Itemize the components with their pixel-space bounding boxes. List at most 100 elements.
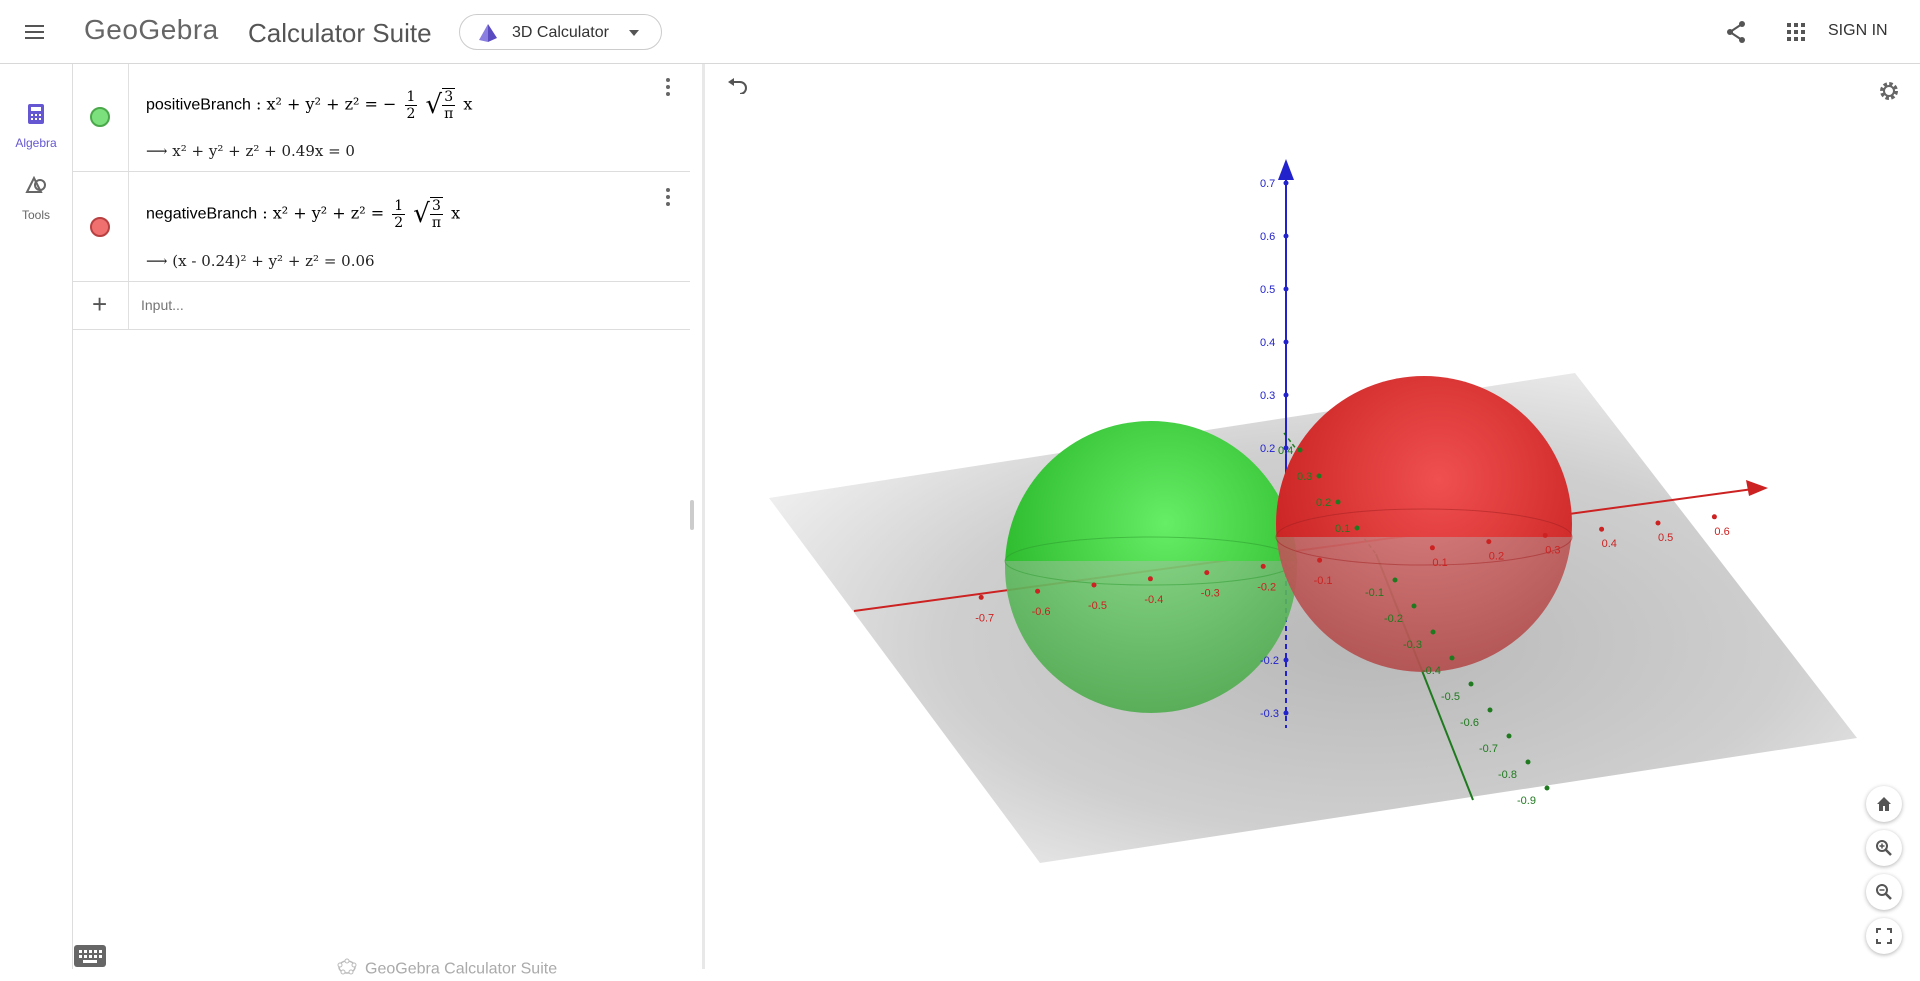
sphere-negative-branch[interactable]	[1275, 376, 1573, 672]
share-icon[interactable]	[1725, 20, 1747, 49]
y-tick-label: 0.4	[1278, 445, 1293, 457]
y-tick-label: -0.4	[1422, 665, 1441, 677]
x-tick-mark	[1035, 588, 1041, 594]
more-vert-icon[interactable]	[658, 76, 678, 100]
more-vert-icon[interactable]	[658, 186, 678, 210]
z-axis-arrow	[1278, 159, 1294, 180]
visibility-toggle-positive-branch[interactable]	[90, 107, 110, 127]
rail-tools-label: Tools	[21, 208, 50, 222]
app-selector-label: 3D Calculator	[512, 24, 609, 41]
definition-positive-branch[interactable]: positiveBranch : x² + y² + z² = − 12 √ 3 π…	[146, 88, 472, 122]
marker-column	[73, 172, 129, 281]
x-tick-mark	[978, 594, 984, 600]
y-tick-mark	[1297, 447, 1303, 453]
y-tick-mark	[1316, 473, 1322, 479]
chevron-down-icon	[629, 30, 639, 36]
apps-grid-icon[interactable]	[1787, 23, 1805, 46]
settings-gear-icon[interactable]	[1878, 80, 1900, 107]
x-tick-label: -0.7	[975, 612, 994, 624]
y-tick-mark	[1411, 603, 1417, 609]
x-tick-mark	[1599, 526, 1605, 532]
z-tick-label: -0.3	[1260, 708, 1279, 720]
marker-column: +	[73, 282, 129, 329]
x-tick-label: -0.6	[1032, 606, 1051, 618]
x-tick-mark	[1204, 570, 1210, 576]
undo-icon[interactable]	[726, 78, 748, 99]
y-tick-mark	[1392, 577, 1398, 583]
zoom-in-icon	[1876, 840, 1892, 856]
panel-resize-handle[interactable]	[690, 500, 694, 530]
z-tick-mark	[1283, 286, 1289, 292]
menu-button[interactable]	[20, 18, 50, 46]
algebra-input-row[interactable]: +	[73, 282, 690, 330]
y-tick-mark	[1449, 655, 1455, 661]
y-tick-label: -0.5	[1441, 691, 1460, 703]
y-tick-label: -0.7	[1479, 743, 1498, 755]
y-tick-mark	[1468, 681, 1474, 687]
x-tick-label: 0.2	[1489, 551, 1504, 563]
pyramid-icon	[477, 23, 499, 48]
tools-shapes-icon	[25, 175, 47, 201]
definition-negative-branch[interactable]: negativeBranch : x² + y² + z² = 12 √ 3 π x	[146, 197, 460, 231]
zoom-out-button[interactable]	[1866, 874, 1902, 910]
rail-algebra-button[interactable]: Algebra	[6, 100, 66, 160]
app-selector-dropdown[interactable]: 3D Calculator	[459, 14, 662, 50]
z-tick-label: 0.2	[1260, 443, 1275, 455]
calculator-icon	[28, 104, 44, 129]
algebra-item-negative-branch[interactable]: negativeBranch : x² + y² + z² = 12 √ 3 π x…	[73, 172, 690, 282]
keyboard-icon[interactable]	[74, 945, 106, 967]
x-tick-mark	[1091, 582, 1097, 588]
visibility-toggle-negative-branch[interactable]	[90, 217, 110, 237]
x-tick-mark	[1486, 539, 1492, 545]
algebra-view: positiveBranch : x² + y² + z² = − 12 √ 3 π…	[72, 64, 702, 978]
z-tick-mark	[1283, 657, 1289, 663]
x-tick-label: -0.1	[1314, 575, 1333, 587]
z-tick-label: 0.5	[1260, 284, 1275, 296]
top-app-bar: GeoGebra Calculator Suite 3D Calculator …	[0, 0, 1920, 64]
z-tick-label: 0.4	[1260, 337, 1275, 349]
y-tick-label: -0.2	[1384, 613, 1403, 625]
sphere-positive-branch[interactable]	[1004, 421, 1298, 713]
fullscreen-icon	[1876, 928, 1892, 944]
y-tick-label: -0.9	[1517, 795, 1536, 807]
x-axis-arrow	[1746, 480, 1768, 496]
home-view-button[interactable]	[1866, 786, 1902, 822]
z-tick-mark	[1283, 710, 1289, 716]
zoom-in-button[interactable]	[1866, 830, 1902, 866]
y-tick-mark	[1354, 525, 1360, 531]
geogebra-logo-icon	[337, 958, 357, 981]
z-tick-mark	[1283, 339, 1289, 345]
rail-tools-button[interactable]: Tools	[6, 172, 66, 232]
x-tick-mark	[1655, 520, 1661, 526]
y-tick-mark	[1430, 629, 1436, 635]
y-tick-label: 0.3	[1297, 471, 1312, 483]
x-tick-label: 0.3	[1545, 544, 1560, 556]
output-positive-branch: ⟶ x² + y² + z² + 0.49x = 0	[146, 142, 355, 160]
x-tick-mark	[1147, 576, 1153, 582]
y-tick-mark	[1335, 499, 1341, 505]
x-tick-label: -0.2	[1257, 581, 1276, 593]
algebra-item-positive-branch[interactable]: positiveBranch : x² + y² + z² = − 12 √ 3 π…	[73, 64, 690, 172]
z-tick-label: 0.6	[1260, 231, 1275, 243]
add-icon[interactable]: +	[92, 291, 107, 317]
suite-title: Calculator Suite	[248, 18, 432, 48]
algebra-input-field[interactable]	[139, 296, 663, 314]
zoom-out-icon	[1876, 884, 1892, 900]
fullscreen-button[interactable]	[1866, 918, 1902, 954]
y-tick-mark	[1487, 707, 1493, 713]
x-tick-label: 0.4	[1602, 538, 1617, 550]
x-tick-label: 0.5	[1658, 532, 1673, 544]
x-tick-label: 0.6	[1714, 526, 1729, 538]
z-tick-label: 0.3	[1260, 390, 1275, 402]
side-rail: Algebra Tools	[0, 64, 72, 969]
z-tick-mark	[1283, 233, 1289, 239]
z-tick-label: 0.7	[1260, 178, 1275, 190]
y-tick-label: -0.1	[1365, 587, 1384, 599]
z-tick-mark	[1283, 180, 1289, 186]
graphics-3d-view[interactable]: 0.7 0.6 0.5 0.4 0.3 0.2 -0.2 -0.3 -0.7 -0.6 -0.5 -…	[706, 64, 1920, 969]
y-tick-label: 0.1	[1335, 523, 1350, 535]
graphics-3d-canvas[interactable]: 0.7 0.6 0.5 0.4 0.3 0.2 -0.2 -0.3 -0.7 -0.6 -0.5 -…	[706, 64, 1920, 969]
x-tick-mark	[1317, 557, 1323, 563]
sign-in-button[interactable]: SIGN IN	[1828, 22, 1888, 40]
y-tick-mark	[1544, 785, 1550, 791]
